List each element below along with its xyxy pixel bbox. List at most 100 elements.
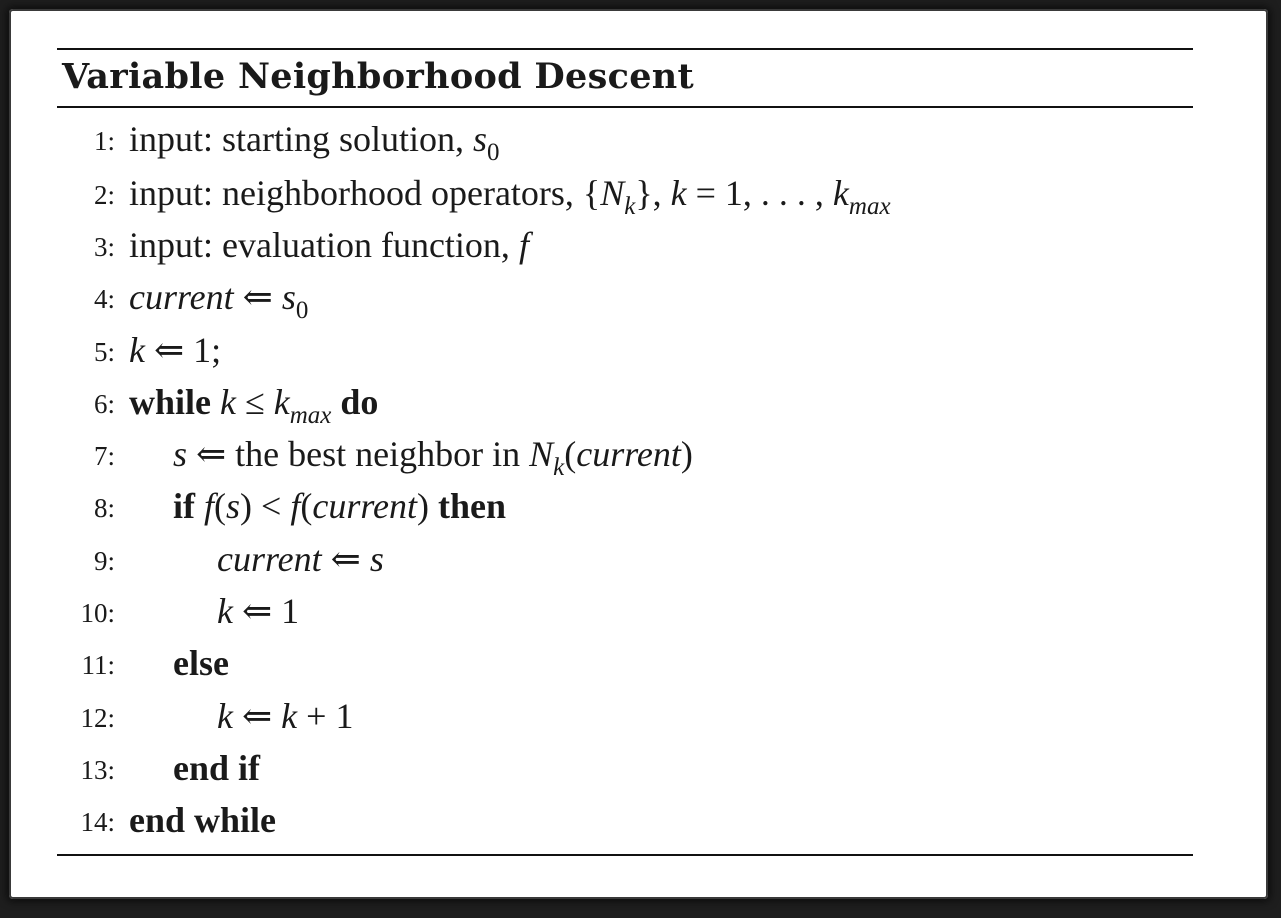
algorithm-line: 9: current ⇐ s — [57, 536, 1193, 582]
line-number: 10: — [80, 598, 115, 628]
line-text: ⇐ the best neighbor in — [187, 434, 530, 474]
algorithm-line: 12: k ⇐ k + 1 — [57, 693, 1193, 739]
math-variable: k — [217, 696, 233, 736]
line-code: input: evaluation function, f — [129, 222, 529, 268]
line-code: while k ≤ kmax do — [129, 379, 378, 430]
else-keyword: else — [173, 643, 229, 683]
algorithm-line: 3: input: evaluation function, f — [57, 222, 1193, 268]
bottom-rule — [57, 854, 1193, 856]
line-text: ⇐ 1 — [232, 591, 300, 631]
line-number: 11: — [81, 650, 116, 680]
math-variable: k — [217, 591, 233, 631]
subscript: 0 — [295, 297, 309, 324]
line-number: 7: — [93, 441, 115, 471]
algorithm-line: 1: input: starting solution, s0 — [57, 116, 1193, 166]
math-variable: k — [220, 382, 236, 422]
line-code: k ⇐ k + 1 — [217, 693, 353, 739]
line-number: 9: — [93, 546, 115, 576]
subscript: k — [553, 454, 565, 481]
line-text: ⇐ 1; — [144, 330, 222, 370]
do-keyword: do — [340, 382, 379, 422]
if-keyword: if — [173, 486, 195, 526]
line-text: ( — [300, 486, 313, 526]
algorithm-line: 8: if f(s) < f(current) then — [57, 483, 1193, 529]
line-text: starting solution, — [213, 119, 474, 159]
end-if-keyword: end if — [173, 748, 261, 788]
line-code: k ⇐ 1; — [129, 327, 221, 373]
line-text: neighborhood operators, { — [213, 173, 601, 213]
math-variable: k — [129, 330, 145, 370]
subscript: max — [848, 193, 891, 220]
math-variable: N — [529, 434, 554, 474]
math-variable: f — [204, 486, 215, 526]
math-variable: f — [518, 225, 529, 265]
algorithm-line: 6: while k ≤ kmax do — [57, 379, 1193, 429]
top-rule — [57, 48, 1193, 50]
algorithm-title: Variable Neighborhood Descent — [62, 56, 695, 97]
while-keyword: while — [129, 382, 212, 422]
math-variable: k — [273, 382, 290, 422]
line-text: ) — [680, 434, 693, 474]
math-variable: current — [576, 434, 681, 474]
math-variable: f — [290, 486, 301, 526]
algorithm-line: 14: end while — [57, 797, 1193, 843]
math-variable: s — [173, 434, 188, 474]
end-while-keyword: end while — [129, 800, 277, 840]
line-code: input: starting solution, s0 — [129, 116, 500, 167]
line-code: k ⇐ 1 — [217, 588, 299, 634]
math-variable: current — [312, 486, 417, 526]
line-number: 1: — [93, 126, 115, 156]
algorithm-line: 10: k ⇐ 1 — [57, 588, 1193, 634]
algorithm-line: 7: s ⇐ the best neighbor in Nk(current) — [57, 431, 1193, 481]
math-variable: s — [473, 119, 488, 159]
line-number: 13: — [80, 755, 115, 785]
math-variable: s — [369, 539, 384, 579]
line-code: input: neighborhood operators, {Nk}, k =… — [129, 170, 891, 221]
line-text: }, — [635, 173, 671, 213]
line-code: current ⇐ s — [217, 536, 384, 582]
algorithm-line: 11: else — [57, 640, 1193, 686]
line-number: 14: — [80, 807, 115, 837]
subscript: k — [624, 193, 636, 220]
math-variable: N — [600, 173, 625, 213]
line-number: 2: — [93, 180, 115, 210]
math-variable: s — [281, 277, 296, 317]
line-code: s ⇐ the best neighbor in Nk(current) — [173, 431, 693, 482]
line-text: ( — [564, 434, 577, 474]
assign-arrow: ⇐ — [232, 696, 282, 736]
math-variable: current — [217, 539, 322, 579]
algorithm-line: 4: current ⇐ s0 — [57, 274, 1193, 324]
line-text: ≤ — [236, 382, 274, 422]
math-variable: k — [832, 173, 849, 213]
line-number: 8: — [93, 493, 115, 523]
line-number: 5: — [93, 337, 115, 367]
math-variable: s — [226, 486, 241, 526]
algorithm-line: 5: k ⇐ 1; — [57, 327, 1193, 373]
line-code: current ⇐ s0 — [129, 274, 308, 325]
line-text: ) — [417, 486, 429, 526]
line-number: 3: — [93, 232, 115, 262]
line-code: if f(s) < f(current) then — [173, 483, 506, 529]
subscript: max — [289, 402, 332, 429]
line-text: = 1, . . . , — [686, 173, 833, 213]
line-number: 12: — [80, 703, 115, 733]
line-text: + 1 — [297, 696, 354, 736]
assign-arrow: ⇐ — [233, 277, 282, 317]
line-number: 6: — [93, 389, 115, 419]
input-keyword: input: — [129, 119, 214, 159]
line-code: else — [173, 640, 229, 686]
line-text: evaluation function, — [213, 225, 519, 265]
line-text: ( — [214, 486, 227, 526]
line-code: end while — [129, 797, 276, 843]
figure-frame: Variable Neighborhood Descent 1: input: … — [9, 9, 1268, 899]
line-text: ) < — [240, 486, 291, 526]
algorithm-line: 13: end if — [57, 745, 1193, 791]
title-rule — [57, 106, 1193, 108]
subscript: 0 — [487, 139, 500, 166]
math-variable: k — [281, 696, 298, 736]
assign-arrow: ⇐ — [321, 539, 370, 579]
input-keyword: input: — [129, 173, 214, 213]
then-keyword: then — [438, 486, 507, 526]
algorithm-line: 2: input: neighborhood operators, {Nk}, … — [57, 170, 1193, 220]
math-variable: k — [670, 173, 687, 213]
